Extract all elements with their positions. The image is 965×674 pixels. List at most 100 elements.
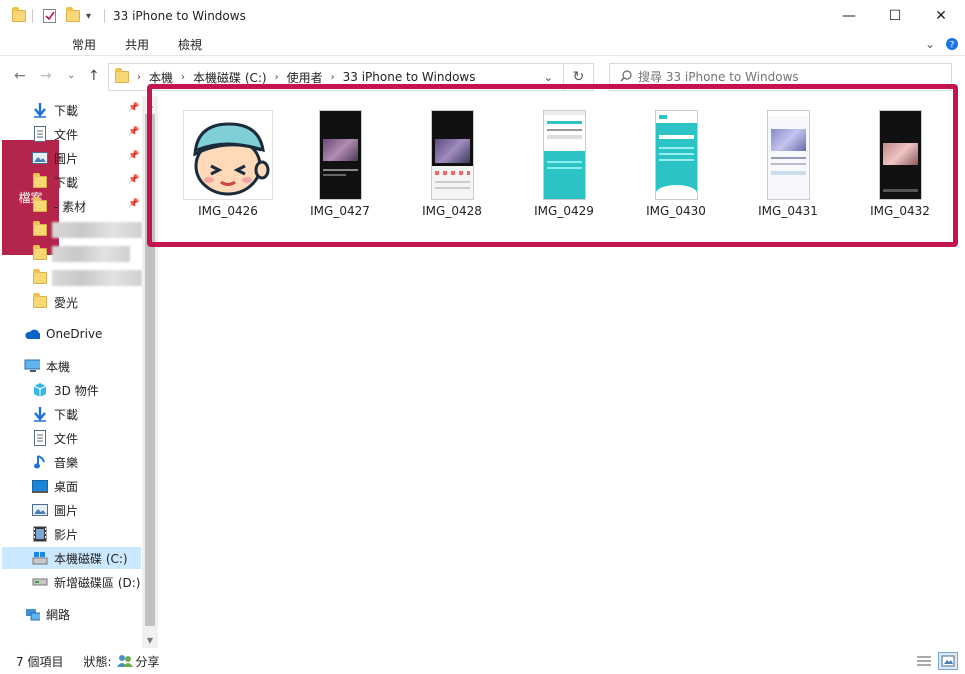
drive-c-icon — [32, 550, 48, 566]
file-item[interactable]: IMG_0427 — [290, 108, 390, 223]
thumbnail-dark-player — [878, 108, 922, 200]
blurred-label — [52, 270, 142, 286]
search-input[interactable] — [638, 70, 938, 84]
forward-button[interactable]: → — [40, 68, 52, 84]
nav-item-label: 影片 — [54, 527, 79, 542]
computer-icon — [24, 358, 40, 374]
download-icon — [32, 406, 48, 422]
nav-item-music[interactable]: 音樂 — [32, 451, 78, 473]
up-button[interactable]: ↑ — [88, 68, 100, 84]
maximize-button[interactable]: ☐ — [872, 0, 918, 32]
file-item[interactable]: IMG_0430 — [626, 108, 726, 223]
nav-item-folder[interactable] — [32, 219, 54, 241]
nav-item-folder[interactable] — [32, 243, 54, 265]
folder-icon — [32, 293, 48, 310]
thumbnail-teal-page — [542, 108, 586, 200]
scroll-down-icon[interactable]: ▼ — [142, 632, 158, 648]
cloud-icon — [24, 326, 40, 342]
pin-icon[interactable]: 📌 — [128, 175, 139, 185]
nav-item-label: 愛光 — [54, 295, 79, 310]
folder-icon — [12, 7, 26, 25]
drive-d-icon — [32, 574, 48, 590]
breadcrumb-separator[interactable]: › — [275, 72, 279, 83]
file-item[interactable]: IMG_0431 — [738, 108, 838, 223]
blurred-label — [52, 246, 130, 262]
nav-item-label: 圖片 — [54, 151, 79, 166]
pictures-icon — [32, 150, 48, 166]
breadcrumb-separator[interactable]: › — [331, 72, 335, 83]
nav-item-onedrive[interactable]: OneDrive — [24, 323, 102, 345]
tab-share[interactable]: 共用 — [117, 32, 157, 56]
nav-item-desktop[interactable]: 桌面 — [32, 475, 78, 497]
nav-item-drive-c[interactable]: 本機磁碟 (C:) — [2, 547, 141, 569]
tab-view[interactable]: 檢視 — [170, 32, 210, 56]
ribbon-tabs: 檔案 常用 共用 檢視 ⌄ ? — [0, 32, 965, 255]
videos-icon — [32, 526, 48, 542]
item-count: 7 個項目 — [16, 654, 64, 669]
nav-item-label: 文件 — [54, 127, 79, 142]
file-item[interactable]: IMG_0426 — [178, 108, 278, 223]
nav-item-label: 圖片 — [54, 503, 79, 518]
quick-access-dropdown-icon[interactable]: ▾ — [86, 7, 91, 25]
music-icon — [32, 454, 48, 470]
recent-locations-button[interactable]: ⌄ — [67, 70, 75, 81]
pin-icon[interactable]: 📌 — [128, 199, 139, 209]
pictures-icon — [32, 502, 48, 518]
nav-item-downloads-pc[interactable]: 下載 — [32, 403, 78, 425]
file-item[interactable]: IMG_0428 — [402, 108, 502, 223]
nav-item-this-pc[interactable]: 本機 — [24, 355, 70, 377]
thumbnail-avatar — [183, 108, 273, 200]
nav-item-label: 音樂 — [54, 455, 79, 470]
thumbnail-teal-wave — [654, 108, 698, 200]
nav-item-3d-objects[interactable]: 3D 物件 — [32, 379, 99, 401]
window-title: 33 iPhone to Windows — [113, 9, 246, 23]
document-icon — [32, 430, 48, 446]
thumbnail-dark-video — [318, 108, 362, 200]
breadcrumb-current-folder[interactable]: 33 iPhone to Windows — [343, 70, 476, 84]
properties-icon[interactable] — [42, 7, 58, 25]
file-item[interactable]: IMG_0432 — [850, 108, 950, 223]
nav-item-videos[interactable]: 影片 — [32, 523, 78, 545]
nav-item-assets[interactable]: - 素材 — [32, 195, 86, 217]
file-item[interactable]: IMG_0429 — [514, 108, 614, 223]
nav-item-folder[interactable]: 愛光 — [32, 291, 78, 313]
pin-icon[interactable]: 📌 — [128, 127, 139, 137]
folder-icon — [32, 197, 48, 214]
pin-icon[interactable]: 📌 — [128, 151, 139, 161]
breadcrumb-this-pc[interactable]: 本機 — [149, 69, 173, 86]
new-folder-icon[interactable] — [66, 7, 80, 25]
nav-item-network[interactable]: 網路 — [24, 603, 70, 625]
back-button[interactable]: ← — [14, 68, 26, 84]
shared-label: 分享 — [135, 654, 160, 669]
nav-item-folder[interactable] — [32, 267, 54, 289]
tab-home[interactable]: 常用 — [64, 32, 104, 56]
nav-item-label: OneDrive — [46, 327, 103, 341]
divider — [32, 9, 33, 23]
navigation-pane: 下載 📌 文件 📌 圖片 📌 下載 📌 - 素材 📌 愛光 OneDrive 本… — [0, 96, 158, 648]
nav-item-downloads[interactable]: 下載 — [32, 99, 78, 121]
file-name: IMG_0432 — [870, 204, 930, 218]
nav-item-downloads-folder[interactable]: 下載 — [32, 171, 78, 193]
breadcrumb-separator[interactable]: › — [181, 72, 185, 83]
details-view-icon[interactable] — [916, 654, 932, 671]
minimize-button[interactable]: — — [826, 0, 872, 32]
nav-item-pictures-pc[interactable]: 圖片 — [32, 499, 78, 521]
nav-item-documents-pc[interactable]: 文件 — [32, 427, 78, 449]
nav-item-label: 本機磁碟 (C:) — [54, 551, 128, 566]
breadcrumb-drive-c[interactable]: 本機磁碟 (C:) — [193, 69, 267, 86]
nav-item-label: - 素材 — [54, 199, 87, 214]
help-icon[interactable]: ? — [944, 32, 960, 56]
ribbon-collapse-icon[interactable]: ⌄ — [922, 32, 938, 56]
large-icons-view-icon[interactable] — [938, 652, 958, 670]
breadcrumb-users[interactable]: 使用者 — [287, 69, 323, 86]
close-button[interactable]: ✕ — [918, 0, 964, 32]
address-dropdown-icon[interactable]: ⌄ — [544, 71, 553, 84]
download-icon — [32, 102, 48, 118]
nav-item-pictures[interactable]: 圖片 — [32, 147, 78, 169]
svg-text:?: ? — [950, 41, 955, 51]
nav-item-documents[interactable]: 文件 — [32, 123, 78, 145]
nav-item-drive-d[interactable]: 新增磁碟區 (D:) — [32, 571, 140, 593]
pin-icon[interactable]: 📌 — [128, 103, 139, 113]
breadcrumb-separator: › — [137, 71, 141, 83]
nav-item-label: 本機 — [46, 359, 71, 374]
